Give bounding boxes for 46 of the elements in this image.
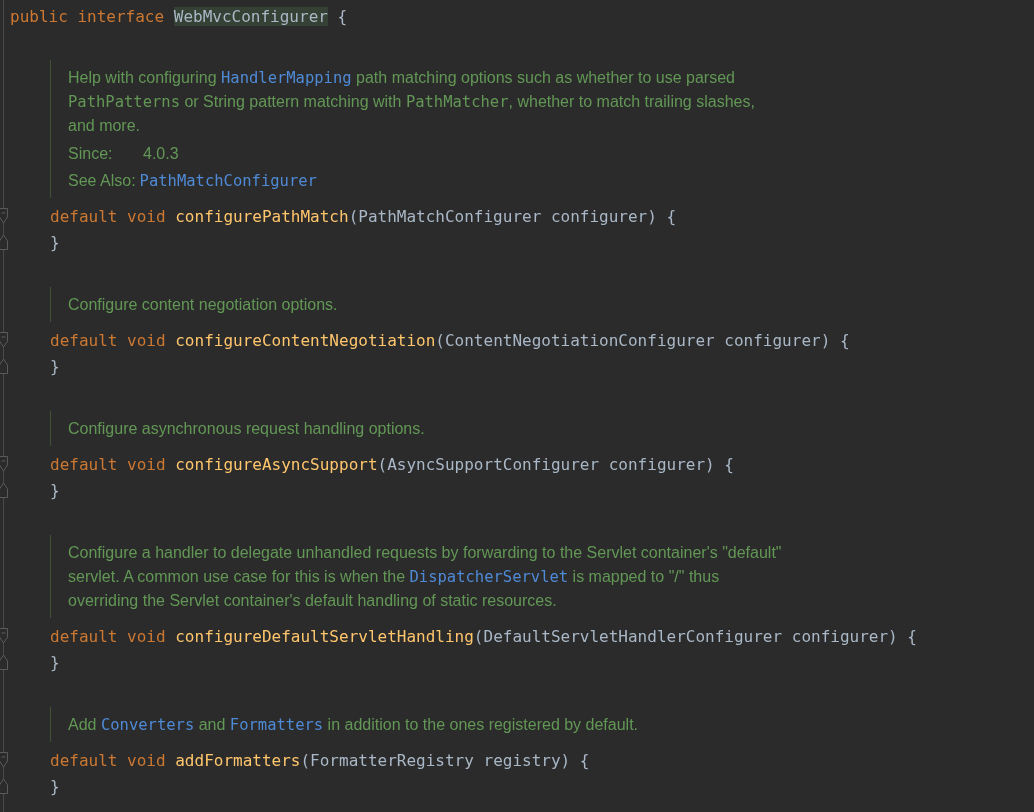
method-parameters: (PathMatchConfigurer configurer) {	[348, 206, 677, 226]
method-name: configurePathMatch	[175, 206, 349, 226]
since-label: Since:	[68, 145, 114, 163]
fold-end-icon[interactable]	[0, 654, 9, 670]
code-modifiers: default void	[50, 206, 166, 226]
method-parameters: (DefaultServletHandlerConfigurer configurer) {	[473, 626, 917, 646]
method-parameters: (AsyncSupportConfigurer configurer) {	[377, 454, 734, 474]
method-name: configureAsyncSupport	[175, 454, 378, 474]
fold-marker-icon[interactable]	[0, 208, 9, 224]
fold-marker-icon[interactable]	[0, 332, 9, 348]
since-value: 4.0.3	[143, 145, 179, 163]
doc-link[interactable]: PathMatchConfigurer	[139, 172, 317, 190]
code-brace: }	[50, 480, 60, 500]
fold-end-icon[interactable]	[0, 358, 9, 374]
code-modifiers: default void	[50, 454, 166, 474]
code-brace: }	[50, 652, 60, 672]
fold-marker-icon[interactable]	[0, 752, 9, 768]
code-keywords: public interface	[10, 6, 165, 26]
fold-marker-icon[interactable]	[0, 628, 9, 644]
code-brace: }	[50, 776, 60, 796]
method-parameters: (ContentNegotiationConfigurer configurer) {	[435, 330, 850, 350]
code-modifiers: default void	[50, 626, 166, 646]
code-modifiers: default void	[50, 750, 166, 770]
interface-name: WebMvcConfigurer	[173, 6, 328, 26]
doc-comment: Help with configuring HandlerMapping path matching options such as whether to use parsed PathPatterns or String pattern matching with PathMatcher, whether to match trailing slashes, and more.	[68, 68, 756, 136]
fold-end-icon[interactable]	[0, 778, 9, 794]
fold-marker-icon[interactable]	[0, 456, 9, 472]
method-name: configureContentNegotiation	[175, 330, 436, 350]
fold-end-icon[interactable]	[0, 234, 9, 250]
doc-link[interactable]: Converters	[100, 716, 195, 734]
doc-comment: Add Converters and Formatters in addition to the ones registered by default.	[68, 715, 640, 736]
method-name: configureDefaultServletHandling	[175, 626, 474, 646]
code-brace: }	[50, 232, 60, 252]
doc-link[interactable]: HandlerMapping	[220, 69, 352, 87]
doc-link[interactable]: DispatcherServlet	[409, 568, 569, 586]
doc-link[interactable]: Formatters	[229, 716, 324, 734]
method-parameters: (FormatterRegistry registry) {	[300, 750, 590, 770]
code-brace: {	[337, 6, 348, 26]
doc-comment: Configure content negotiation options.	[68, 295, 339, 315]
doc-comment: Configure asynchronous request handling options.	[68, 419, 426, 439]
see-also-label: See Also:	[68, 172, 136, 190]
fold-end-icon[interactable]	[0, 482, 9, 498]
doc-comment: Configure a handler to delegate unhandled requests by forwarding to the Servlet container's "default" servlet. A common use case for this is when the DispatcherServlet is mapped to "/" thus overriding the Servlet container's default handling of static resources.	[68, 543, 783, 611]
method-name: addFormatters	[175, 750, 301, 770]
code-brace: }	[50, 356, 60, 376]
code-modifiers: default void	[50, 330, 166, 350]
